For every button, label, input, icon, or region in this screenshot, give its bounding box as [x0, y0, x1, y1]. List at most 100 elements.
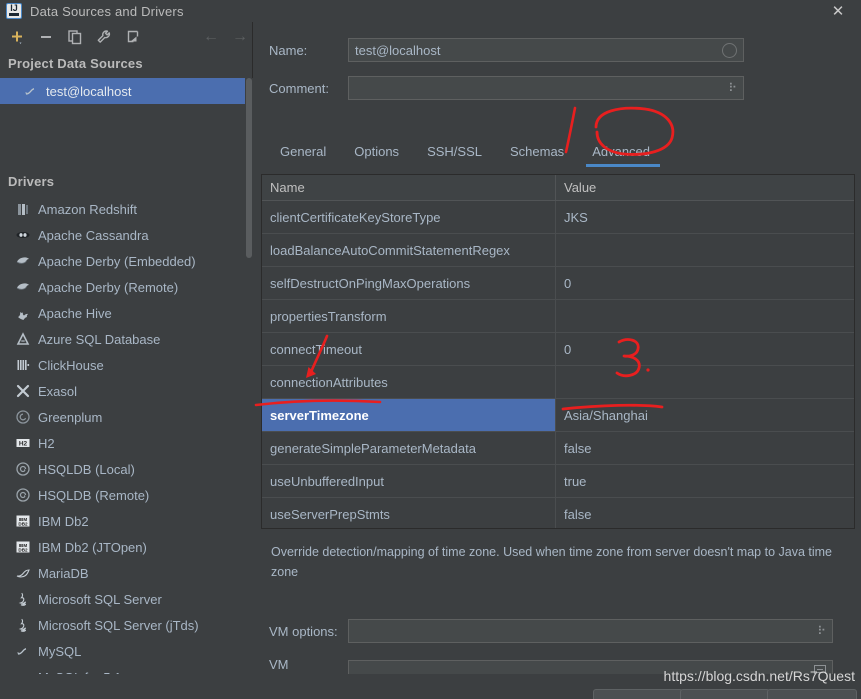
driver-list-item[interactable]: IBM DB2 IBM Db2 (JTOpen) — [0, 534, 245, 560]
import-icon[interactable] — [120, 25, 146, 49]
progress-circle-icon — [722, 42, 737, 58]
remove-icon[interactable] — [33, 25, 59, 49]
property-name-cell[interactable]: useServerPrepStmts — [262, 498, 556, 528]
property-name-cell[interactable]: connectionAttributes — [262, 366, 556, 398]
driver-list-item[interactable]: Microsoft SQL Server (jTds) — [0, 612, 245, 638]
tab-ssh-ssl[interactable]: SSH/SSL — [413, 142, 496, 167]
driver-list-item[interactable]: Apache Cassandra — [0, 222, 245, 248]
advanced-properties-table: Name Value clientCertificateKeyStoreType… — [261, 174, 855, 529]
driver-list-item[interactable]: IBM DB2 IBM Db2 — [0, 508, 245, 534]
dialog-button-1[interactable] — [593, 689, 683, 699]
driver-list-item[interactable]: Apache Hive — [0, 300, 245, 326]
property-value-cell[interactable]: 0 — [556, 267, 854, 299]
driver-list-item[interactable]: HSQLDB (Local) — [0, 456, 245, 482]
driver-label: Apache Derby (Remote) — [38, 279, 179, 295]
data-sources-and-drivers-dialog: Data Sources and Drivers ✕ — [0, 0, 861, 699]
hsqldb-icon — [14, 461, 31, 478]
table-header: Name Value — [262, 175, 854, 201]
driver-list-item[interactable]: Greenplum — [0, 404, 245, 430]
property-name-cell[interactable]: selfDestructOnPingMaxOperations — [262, 267, 556, 299]
driver-list-item[interactable]: MariaDB — [0, 560, 245, 586]
name-input[interactable]: test@localhost — [348, 38, 744, 62]
dialog-button-2[interactable] — [680, 689, 770, 699]
driver-list-item[interactable]: Apache Derby (Remote) — [0, 274, 245, 300]
property-value-cell[interactable]: false — [556, 498, 854, 528]
project-data-sources-heading: Project Data Sources — [8, 56, 143, 71]
hive-icon — [14, 305, 31, 322]
driver-list-item[interactable]: Apache Derby (Embedded) — [0, 248, 245, 274]
driver-list-item[interactable]: H2 H2 — [0, 430, 245, 456]
property-value-cell[interactable] — [556, 300, 854, 332]
sidebar-panel: ← → Project Data Sources test@localhost … — [0, 22, 253, 690]
tab-general[interactable]: General — [266, 142, 340, 167]
redshift-icon — [14, 201, 31, 218]
driver-list-item[interactable]: Microsoft SQL Server — [0, 586, 245, 612]
tab-schemas[interactable]: Schemas — [496, 142, 578, 167]
table-row[interactable]: useServerPrepStmts false — [262, 498, 854, 528]
close-icon[interactable]: ✕ — [815, 0, 861, 22]
settings-wrench-icon[interactable] — [91, 25, 117, 49]
table-row[interactable]: connectTimeout 0 — [262, 333, 854, 366]
driver-label: ClickHouse — [38, 357, 104, 373]
table-row[interactable]: useUnbufferedInput true — [262, 465, 854, 498]
property-value-cell[interactable] — [556, 366, 854, 398]
table-row[interactable]: generateSimpleParameterMetadata false — [262, 432, 854, 465]
sidebar-toolbar: ← → — [0, 22, 253, 52]
sidebar-item-test-localhost[interactable]: test@localhost — [0, 78, 245, 104]
copy-icon[interactable] — [62, 25, 88, 49]
hsqldb-icon — [14, 487, 31, 504]
add-icon[interactable] — [4, 25, 30, 49]
driver-label: IBM Db2 (JTOpen) — [38, 539, 147, 555]
driver-list-item[interactable]: Amazon Redshift — [0, 196, 245, 222]
driver-label: MariaDB — [38, 565, 89, 581]
driver-list-item[interactable]: HSQLDB (Remote) — [0, 482, 245, 508]
driver-label: Exasol — [38, 383, 78, 399]
expand-icon[interactable]: ⠗ — [817, 624, 826, 638]
table-row[interactable]: loadBalanceAutoCommitStatementRegex — [262, 234, 854, 267]
driver-label: MySQL — [38, 643, 82, 659]
column-header-name[interactable]: Name — [262, 175, 556, 200]
property-name-cell[interactable]: connectTimeout — [262, 333, 556, 365]
sidebar-scrollbar-thumb[interactable] — [246, 78, 252, 258]
table-row[interactable]: serverTimezone Asia/Shanghai — [262, 399, 854, 432]
comment-label: Comment: — [269, 80, 329, 96]
property-description: Override detection/mapping of time zone.… — [271, 545, 832, 579]
drivers-heading: Drivers — [8, 174, 55, 189]
table-row[interactable]: selfDestructOnPingMaxOperations 0 — [262, 267, 854, 300]
tab-options[interactable]: Options — [340, 142, 413, 167]
driver-list-item[interactable]: MySQL — [0, 638, 245, 664]
property-name-cell[interactable]: clientCertificateKeyStoreType — [262, 201, 556, 233]
dialog-button-3[interactable] — [767, 689, 857, 699]
nav-back-icon[interactable]: ← — [198, 25, 224, 49]
driver-label: HSQLDB (Local) — [38, 461, 135, 477]
tab-bar: General Options SSH/SSL Schemas Advanced — [253, 142, 861, 172]
property-value-cell[interactable]: true — [556, 465, 854, 497]
table-row[interactable]: clientCertificateKeyStoreType JKS — [262, 201, 854, 234]
comment-input[interactable]: ⠗ — [348, 76, 744, 100]
driver-list-item[interactable]: ClickHouse — [0, 352, 245, 378]
name-input-value: test@localhost — [355, 42, 441, 58]
driver-label: Microsoft SQL Server — [38, 591, 162, 607]
property-name-cell[interactable]: useUnbufferedInput — [262, 465, 556, 497]
property-name-cell[interactable]: generateSimpleParameterMetadata — [262, 432, 556, 464]
property-value-cell[interactable]: 0 — [556, 333, 854, 365]
property-value-cell[interactable]: Asia/Shanghai — [556, 399, 854, 431]
svg-text:H2: H2 — [18, 441, 27, 448]
column-header-value[interactable]: Value — [556, 175, 854, 200]
greenplum-icon — [14, 409, 31, 426]
property-value-cell[interactable]: JKS — [556, 201, 854, 233]
table-row[interactable]: connectionAttributes — [262, 366, 854, 399]
tab-advanced[interactable]: Advanced — [578, 142, 664, 167]
table-row[interactable]: propertiesTransform — [262, 300, 854, 333]
property-name-cell[interactable]: loadBalanceAutoCommitStatementRegex — [262, 234, 556, 266]
h2-icon: H2 — [14, 435, 31, 452]
vm-options-input[interactable]: ⠗ — [348, 619, 833, 643]
property-value-cell[interactable] — [556, 234, 854, 266]
nav-forward-icon[interactable]: → — [227, 25, 253, 49]
property-name-cell[interactable]: propertiesTransform — [262, 300, 556, 332]
expand-icon[interactable]: ⠗ — [728, 81, 737, 95]
property-name-cell[interactable]: serverTimezone — [262, 399, 556, 431]
property-value-cell[interactable]: false — [556, 432, 854, 464]
driver-list-item[interactable]: Azure SQL Database — [0, 326, 245, 352]
driver-list-item[interactable]: Exasol — [0, 378, 245, 404]
